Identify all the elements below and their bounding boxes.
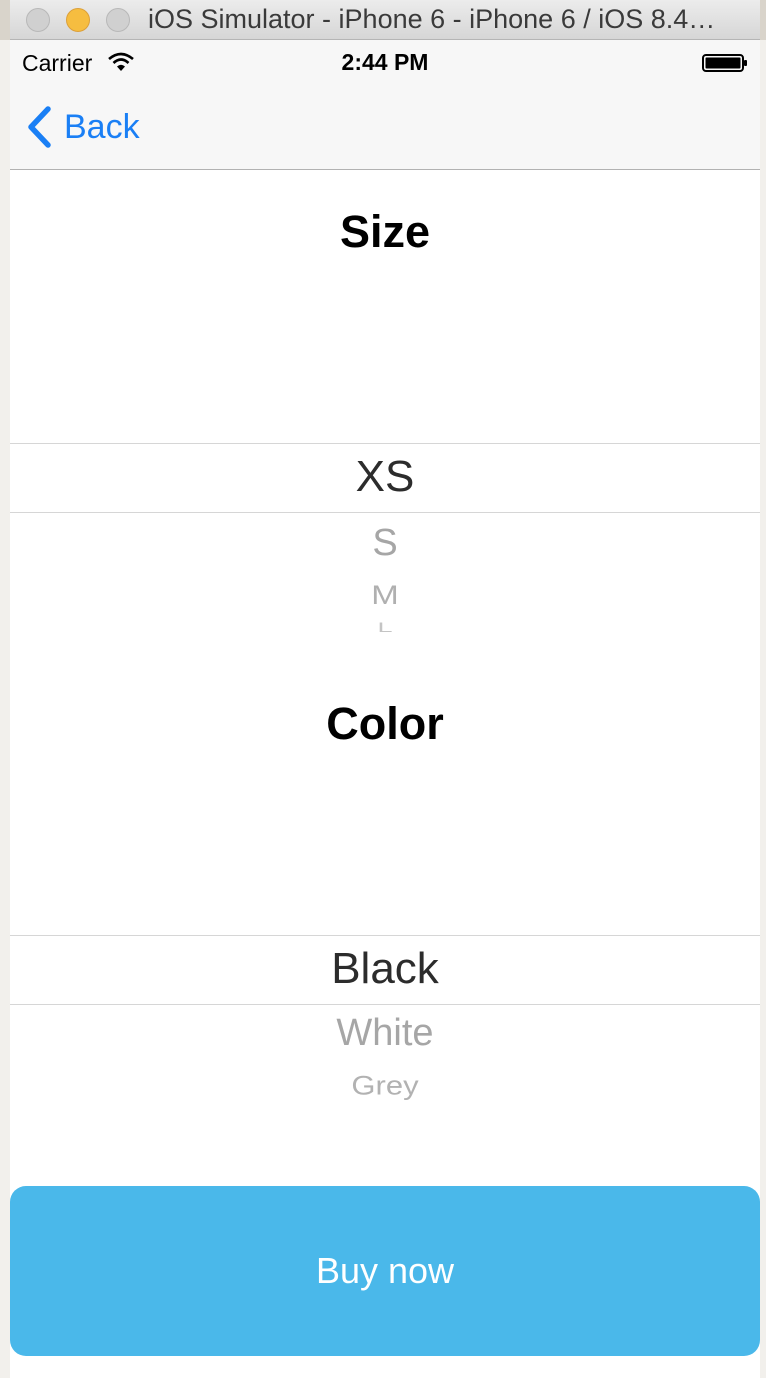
window-zoom-button[interactable] [106, 8, 130, 32]
size-option[interactable]: L [10, 620, 760, 636]
size-title: Size [339, 206, 431, 257]
buy-now-button[interactable]: Buy now [10, 1186, 760, 1356]
window-title: iOS Simulator - iPhone 6 - iPhone 6 / iO… [148, 4, 716, 34]
battery-icon [702, 54, 747, 72]
color-option[interactable]: White [10, 1012, 760, 1055]
color-selected-option[interactable]: Black [10, 944, 760, 994]
navigation-bar: Back [10, 84, 760, 170]
color-picker[interactable]: Black White Grey [10, 862, 760, 1122]
color-title: Color [326, 698, 444, 749]
back-chevron-icon [28, 106, 51, 148]
back-button[interactable]: Back [26, 104, 140, 150]
window-close-button[interactable] [26, 8, 50, 32]
simulator-screen: Carrier 2:44 PM Back Size XS S M L Color [10, 40, 760, 1378]
size-option[interactable]: S [10, 522, 760, 565]
window-titlebar: iOS Simulator - iPhone 6 - iPhone 6 / iO… [10, 0, 760, 40]
size-selected-option[interactable]: XS [10, 452, 760, 502]
back-label: Back [64, 107, 140, 146]
status-time: 2:44 PM [341, 49, 429, 75]
size-picker[interactable]: XS S M L [10, 370, 760, 660]
window-minimize-button[interactable] [66, 8, 90, 32]
color-option[interactable]: Grey [10, 1071, 760, 1102]
desktop-background-right [759, 40, 766, 1378]
desktop-background-left [0, 40, 10, 1378]
size-option[interactable]: M [10, 579, 760, 610]
status-bar: Carrier 2:44 PM [10, 40, 760, 84]
